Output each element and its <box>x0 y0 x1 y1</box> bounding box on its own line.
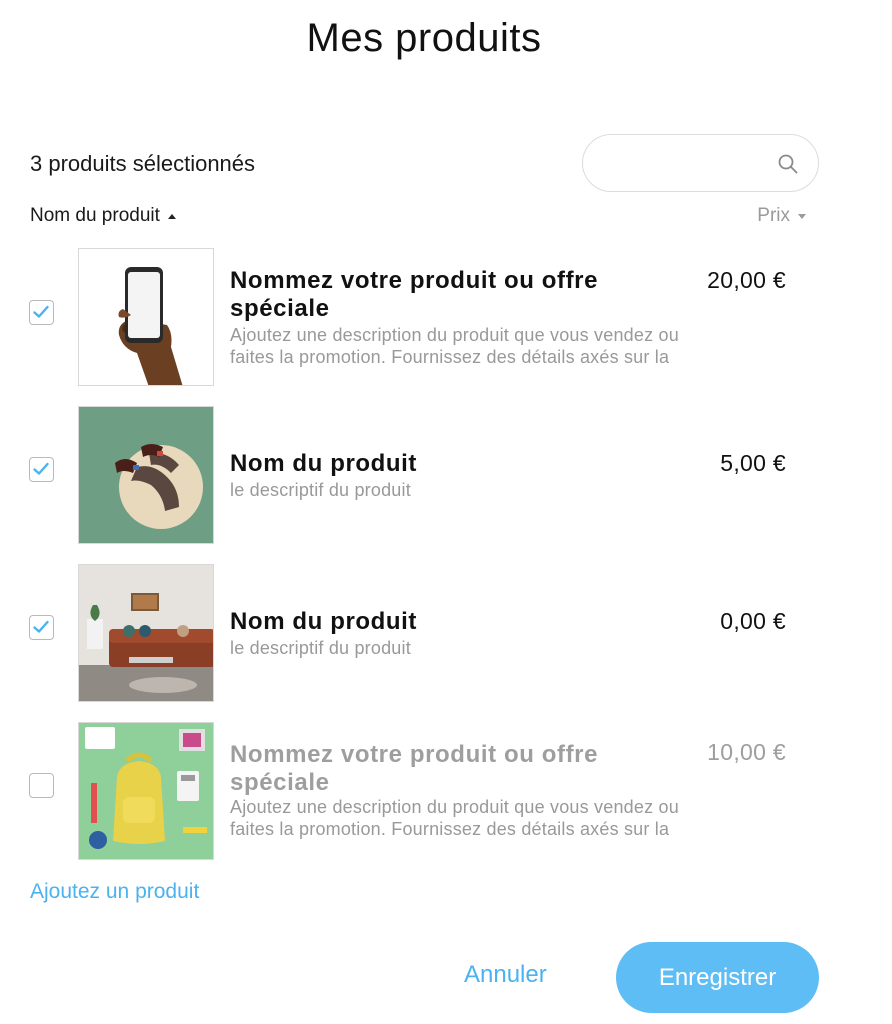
product-name: Nom du produit <box>230 608 418 635</box>
product-row[interactable]: Nom du produit le descriptif du produit … <box>0 406 892 544</box>
sort-by-price[interactable]: Prix <box>757 205 806 227</box>
product-row[interactable]: Nom du produit le descriptif du produit … <box>0 564 892 702</box>
product-checkbox[interactable] <box>29 773 54 798</box>
product-description: le descriptif du produit <box>230 638 411 658</box>
add-product-link[interactable]: Ajoutez un produit <box>30 880 199 904</box>
checkmark-icon <box>33 305 49 318</box>
product-image-living-room <box>78 564 214 702</box>
product-description: Ajoutez une description du produit que v… <box>230 797 679 839</box>
sort-price-label: Prix <box>757 205 790 226</box>
product-checkbox[interactable] <box>29 615 54 640</box>
product-price: 20,00 € <box>707 267 786 293</box>
checkmark-icon <box>33 462 49 475</box>
product-description: le descriptif du produit <box>230 480 411 500</box>
product-checkbox[interactable] <box>29 300 54 325</box>
product-image-legs <box>78 406 214 544</box>
sort-name-label: Nom du produit <box>30 205 160 226</box>
product-name: Nommez votre produit ou offre spéciale <box>230 267 599 322</box>
product-description: Ajoutez une description du produit que v… <box>230 325 679 367</box>
search-box[interactable] <box>582 134 819 192</box>
sort-by-name[interactable]: Nom du produit <box>30 205 176 227</box>
product-row[interactable]: Nommez votre produit ou offre spéciale Aj… <box>0 248 892 386</box>
product-image-phone <box>78 248 214 386</box>
page-title: Mes produits <box>306 16 542 60</box>
sort-descending-icon <box>798 213 806 219</box>
selected-count: 3 produits sélectionnés <box>30 151 256 176</box>
search-input[interactable] <box>603 149 773 179</box>
cancel-button[interactable]: Annuler <box>464 961 547 989</box>
product-checkbox[interactable] <box>29 457 54 482</box>
product-price: 0,00 € <box>720 608 786 634</box>
product-name: Nommez votre produit ou offre spéciale <box>230 741 599 796</box>
product-image-backpack <box>78 722 214 860</box>
product-price: 10,00 € <box>707 739 786 765</box>
save-button[interactable]: Enregistrer <box>616 942 819 1013</box>
sort-ascending-icon <box>167 214 176 219</box>
product-name: Nom du produit <box>230 450 418 477</box>
product-price: 5,00 € <box>720 450 786 476</box>
search-icon[interactable] <box>778 154 798 174</box>
product-row[interactable]: Nommez votre produit ou offre spéciale Aj… <box>0 722 892 860</box>
checkmark-icon <box>33 620 49 633</box>
